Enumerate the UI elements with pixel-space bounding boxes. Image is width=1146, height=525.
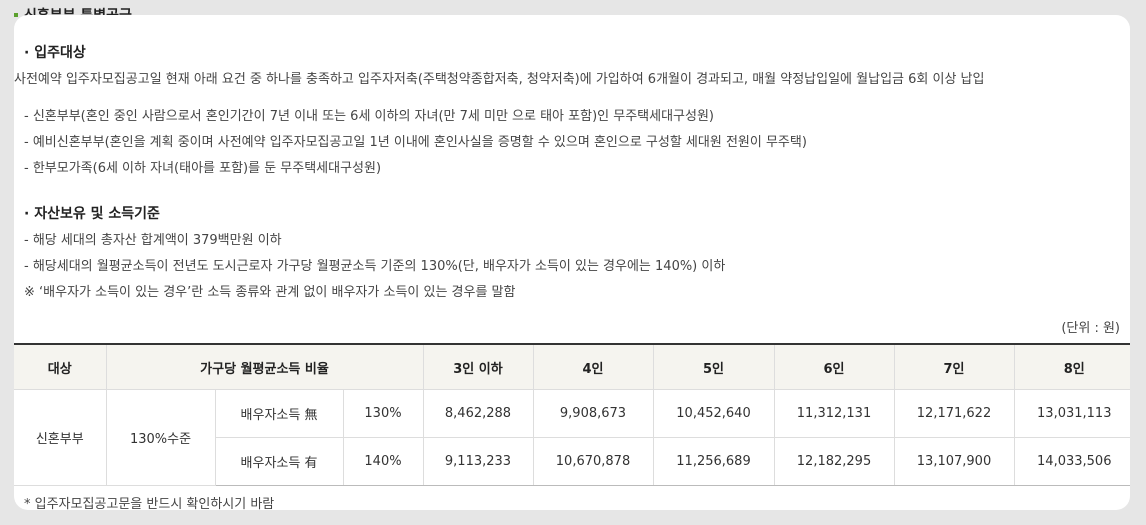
value-cell: 14,033,506 (1013, 437, 1130, 486)
level-cell: 130%수준 (105, 389, 216, 486)
asset-item: - 해당 세대의 총자산 합계액이 379백만원 이하 (24, 233, 282, 248)
header-target: 대상 (14, 343, 107, 390)
value-cell: 8,462,288 (422, 389, 534, 438)
header-size-3: 3인 이하 (422, 343, 534, 390)
value-cell: 13,031,113 (1013, 389, 1130, 438)
value-cell: 10,452,640 (652, 389, 775, 438)
table-row: 신혼부부 130%수준 배우자소득 無 130% 8,462,288 9,908… (14, 389, 1130, 486)
header-size-8: 8인 (1013, 343, 1130, 390)
header-income-ratio: 가구당 월평균소득 비율 (105, 343, 424, 390)
value-cell: 9,908,673 (532, 389, 654, 438)
target-cell: 신혼부부 (14, 389, 107, 486)
value-cell: 9,113,233 (422, 437, 534, 486)
unit-label: (단위 : 원) (1061, 321, 1120, 336)
header-size-7: 7인 (893, 343, 1015, 390)
asset-item: - 해당세대의 월평균소득이 전년도 도시근로자 가구당 월평균소득 기준의 1… (24, 259, 726, 274)
header-size-5: 5인 (652, 343, 775, 390)
value-cell: 11,256,689 (652, 437, 775, 486)
income-table: 대상 가구당 월평균소득 비율 3인 이하 4인 5인 6인 7인 8인 신혼부… (14, 343, 1130, 486)
move-in-description: 사전예약 입주자모집공고일 현재 아래 요건 중 하나를 충족하고 입주자저축(… (14, 72, 985, 87)
move-in-title: · 입주대상 (24, 45, 86, 61)
asset-title: · 자산보유 및 소득기준 (24, 206, 160, 222)
table-header-row: 대상 가구당 월평균소득 비율 3인 이하 4인 5인 6인 7인 8인 (14, 343, 1130, 390)
row-rate: 140% (342, 437, 424, 486)
move-in-item: - 예비신혼부부(혼인을 계획 중이며 사전예약 입주자모집공고일 1년 이내에… (24, 135, 807, 150)
content-card: · 입주대상 사전예약 입주자모집공고일 현재 아래 요건 중 하나를 충족하고… (14, 15, 1130, 510)
row-label: 배우자소득 有 (215, 437, 344, 486)
value-cell: 13,107,900 (893, 437, 1015, 486)
value-cell: 12,171,622 (893, 389, 1015, 438)
value-cell: 10,670,878 (532, 437, 654, 486)
footnote: * 입주자모집공고문을 반드시 확인하시기 바람 (24, 497, 275, 510)
value-cell: 12,182,295 (773, 437, 895, 486)
asset-note: ※ ‘배우자가 소득이 있는 경우’란 소득 종류와 관계 없이 배우자가 소득… (24, 285, 516, 300)
row-label: 배우자소득 無 (214, 389, 344, 438)
move-in-item: - 한부모가족(6세 이하 자녀(태아를 포함)를 둔 무주택세대구성원) (24, 161, 382, 176)
bullet-square-icon (14, 13, 18, 17)
value-cell: 11,312,131 (773, 389, 895, 438)
move-in-item: - 신혼부부(혼인 중인 사람으로서 혼인기간이 7년 이내 또는 6세 이하의… (24, 109, 714, 124)
row-rate: 130% (342, 389, 424, 438)
header-size-6: 6인 (773, 343, 895, 390)
header-size-4: 4인 (532, 343, 654, 390)
